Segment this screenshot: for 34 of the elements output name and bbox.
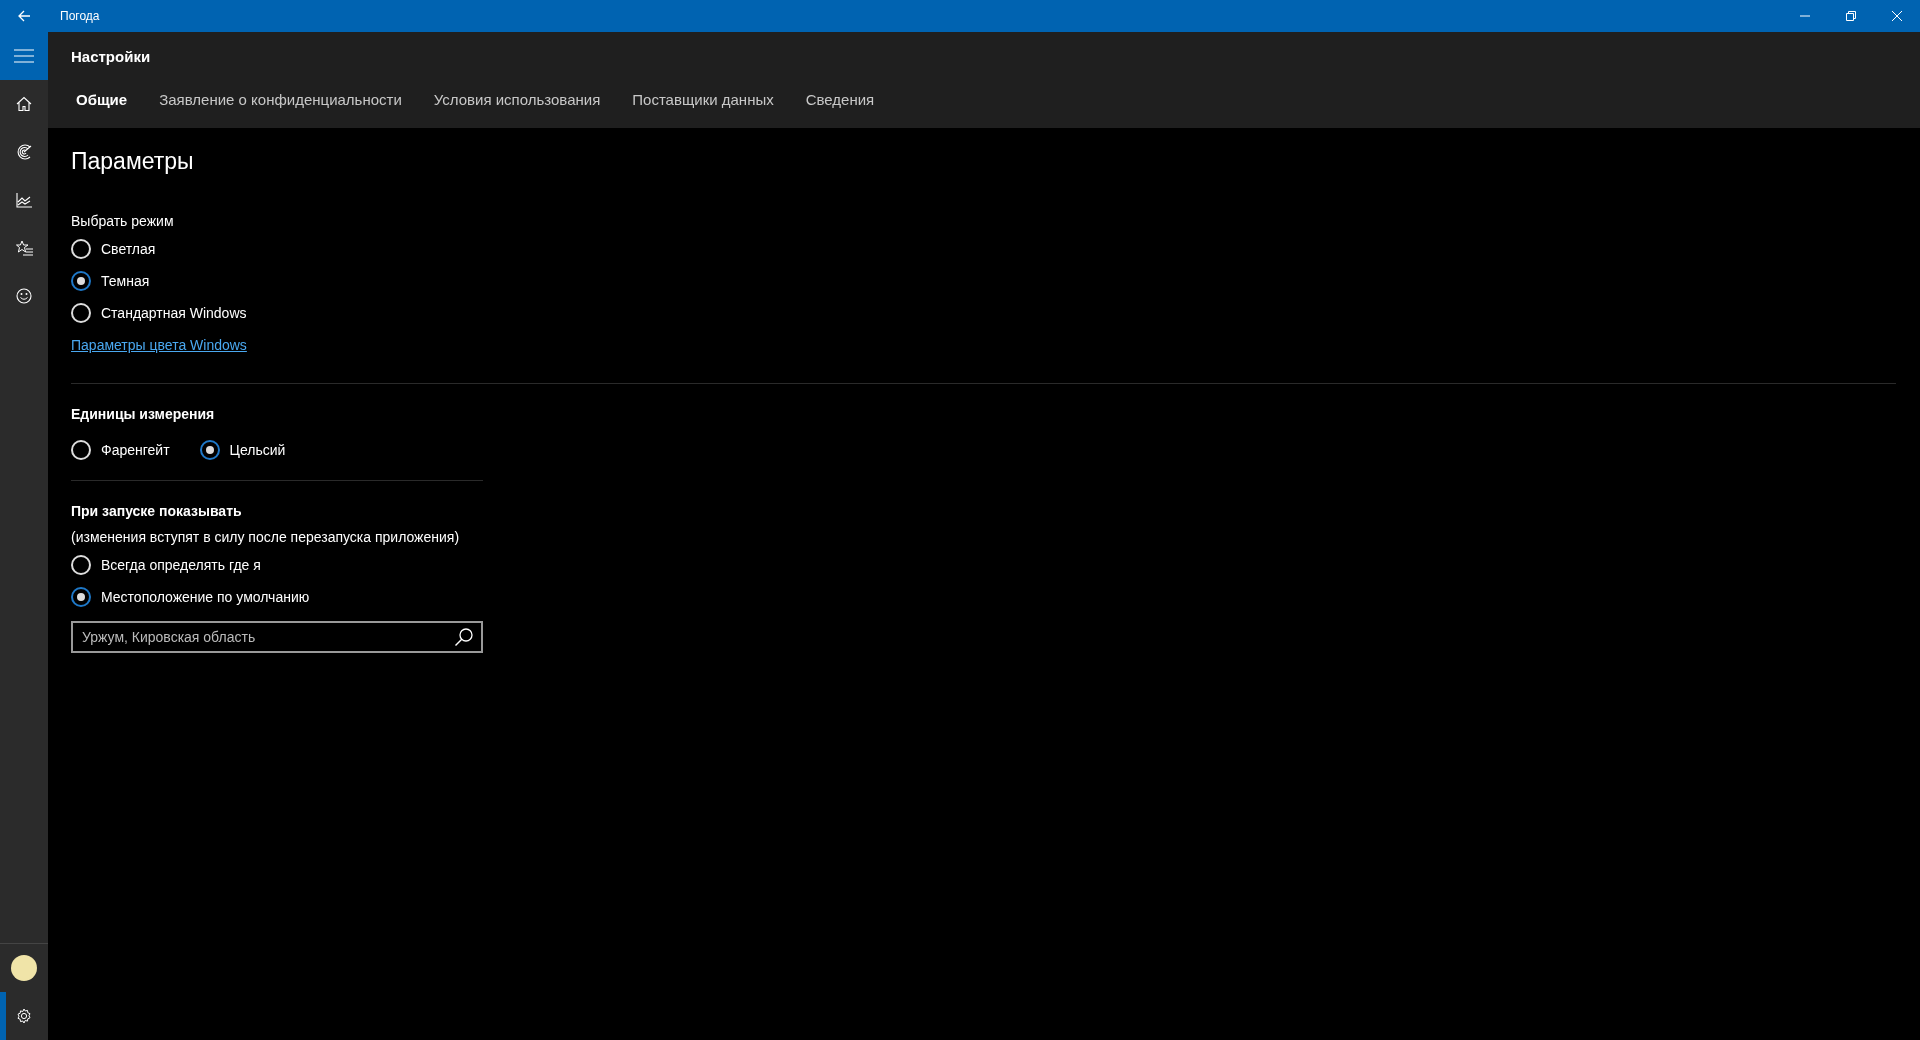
group-label: При запуске показывать <box>71 503 242 519</box>
radar-icon <box>16 144 32 160</box>
window-title: Погода <box>60 9 100 23</box>
section-heading: Параметры <box>71 148 194 175</box>
radio-option[interactable]: Всегда определять где я <box>71 549 261 581</box>
color-settings-link[interactable]: Параметры цвета Windows <box>71 337 247 353</box>
tab[interactable]: Общие <box>76 91 128 108</box>
restore-icon <box>1845 10 1857 22</box>
star-list-icon <box>15 240 33 256</box>
group-label: Выбрать режим <box>71 213 174 229</box>
radio-option[interactable]: Цельсий <box>199 434 286 466</box>
radio-option[interactable]: Темная <box>71 265 150 297</box>
radio-option[interactable]: Светлая <box>71 233 156 265</box>
tab[interactable]: Сведения <box>805 91 875 108</box>
tab[interactable]: Поставщики данных <box>632 91 774 108</box>
close-icon <box>1891 10 1903 22</box>
avatar-icon <box>11 955 37 981</box>
search-icon <box>454 627 474 647</box>
chart-icon <box>16 192 32 208</box>
radio-option[interactable]: Местоположение по умолчанию <box>71 581 310 613</box>
group-label: Единицы измерения <box>71 406 215 422</box>
menu-icon <box>14 49 34 63</box>
radio-option[interactable]: Фаренгейт <box>71 434 170 466</box>
back-arrow-icon <box>17 9 31 23</box>
page-title: Настройки <box>71 48 152 65</box>
tab[interactable]: Заявление о конфиденциальности <box>159 91 402 108</box>
radio-option[interactable]: Стандартная Windows <box>71 297 247 329</box>
menu-button[interactable] <box>0 32 48 80</box>
smiley-icon <box>16 288 32 304</box>
settings-icon <box>16 1008 32 1024</box>
note-text: (изменения вступят в силу после перезапуска приложения) <box>71 529 460 545</box>
home-icon <box>16 96 32 112</box>
tab[interactable]: Условия использования <box>433 91 601 108</box>
location-search-field[interactable]: Уржум, Кировская область <box>71 621 483 653</box>
